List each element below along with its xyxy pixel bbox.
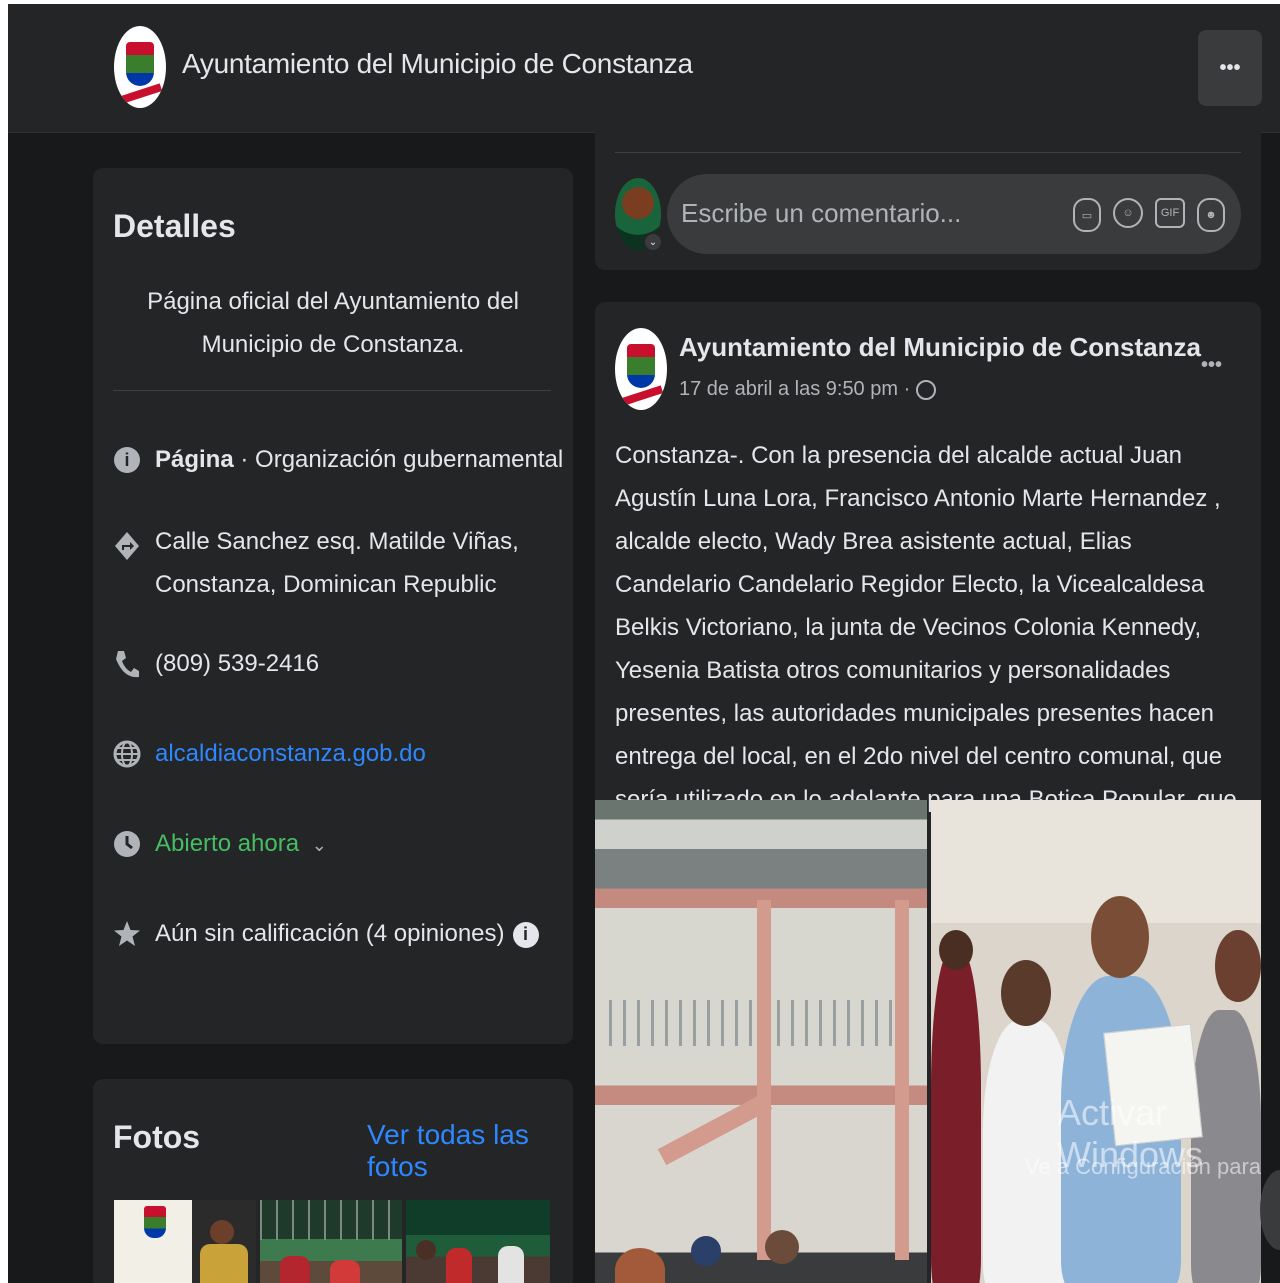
star-icon (113, 920, 141, 948)
website-link[interactable]: alcaldiaconstanza.gob.do (155, 732, 565, 775)
address-text: Calle Sanchez esq. Matilde Viñas, Consta… (155, 528, 519, 598)
globe-icon (113, 740, 141, 768)
clock-icon (113, 830, 141, 858)
hours-status: Abierto ahora (155, 830, 300, 857)
phone-row: (809) 539-2416 (113, 642, 563, 685)
page-logo[interactable] (114, 26, 166, 108)
phone-icon (113, 650, 141, 678)
see-all-photos-link[interactable]: Ver todas las fotos (367, 1119, 573, 1183)
scroll-button[interactable] (1260, 1170, 1280, 1250)
divider (615, 152, 1241, 153)
emoji-icon[interactable]: ☺ (1113, 198, 1143, 228)
comment-placeholder: Escribe un comentario... (681, 198, 962, 228)
directions-icon (113, 532, 141, 560)
rating-row: Aún sin calificación (4 opiniones) i (113, 912, 563, 955)
website-row: alcaldiaconstanza.gob.do (113, 732, 563, 775)
post-time-text: 17 de abril a las 9:50 pm · (679, 378, 916, 400)
photo-thumbnail[interactable] (114, 1200, 256, 1283)
category-row: i Página · Organización gubernamental (113, 438, 563, 481)
globe-icon (915, 379, 936, 400)
activate-windows-subtitle: Ve a Configuración para activar Windows. (1025, 1154, 1261, 1179)
comment-input[interactable]: Escribe un comentario... ▭ ☺ GIF ☻ (667, 174, 1241, 254)
page-description: Página oficial del Ayuntamiento del Muni… (147, 288, 519, 358)
avatar-sticker-icon[interactable]: ☻ (1197, 198, 1225, 232)
phone-text[interactable]: (809) 539-2416 (155, 642, 565, 685)
more-options-button[interactable]: ••• (1198, 30, 1262, 106)
chevron-down-icon[interactable]: ⌄ (312, 835, 327, 855)
address-row: Calle Sanchez esq. Matilde Viñas, Consta… (113, 520, 563, 606)
post-photo[interactable] (931, 800, 1261, 1283)
info-icon: i (113, 446, 141, 474)
post-photo[interactable] (595, 800, 927, 1283)
photo-thumbnail[interactable] (260, 1200, 402, 1283)
page-title[interactable]: Ayuntamiento del Municipio de Constanza (182, 48, 693, 80)
hours-row[interactable]: Abierto ahora ⌄ (113, 822, 563, 865)
chevron-down-icon[interactable]: ⌄ (643, 232, 663, 252)
sticker-icon[interactable]: ▭ (1073, 198, 1101, 232)
post-author-name[interactable]: Ayuntamiento del Municipio de Constanza (679, 332, 1201, 363)
photos-title: Fotos (113, 1119, 201, 1155)
facebook-page-view: Ayuntamiento del Municipio de Constanza … (8, 4, 1280, 1283)
comment-composer: ⌄ Escribe un comentario... ▭ ☺ GIF ☻ (595, 132, 1261, 270)
details-card: Detalles Página oficial del Ayuntamiento… (93, 168, 573, 1044)
post-author-avatar[interactable] (615, 328, 667, 410)
category-value: · Organización gubernamental (233, 446, 564, 473)
rating-info-icon[interactable]: i (512, 921, 539, 948)
post-card: Ayuntamiento del Municipio de Constanza … (595, 302, 1261, 1283)
user-avatar[interactable]: ⌄ (615, 178, 663, 252)
divider (113, 390, 551, 391)
category-label: Página (155, 446, 234, 473)
photo-thumbnail[interactable] (406, 1200, 550, 1283)
gif-icon[interactable]: GIF (1155, 198, 1185, 228)
page-header: Ayuntamiento del Municipio de Constanza … (8, 4, 1280, 133)
post-timestamp[interactable]: 17 de abril a las 9:50 pm · (679, 378, 936, 401)
rating-text: Aún sin calificación (4 opiniones) (155, 920, 505, 947)
post-menu-button[interactable]: ••• (1201, 354, 1222, 377)
details-title: Detalles (113, 208, 236, 244)
